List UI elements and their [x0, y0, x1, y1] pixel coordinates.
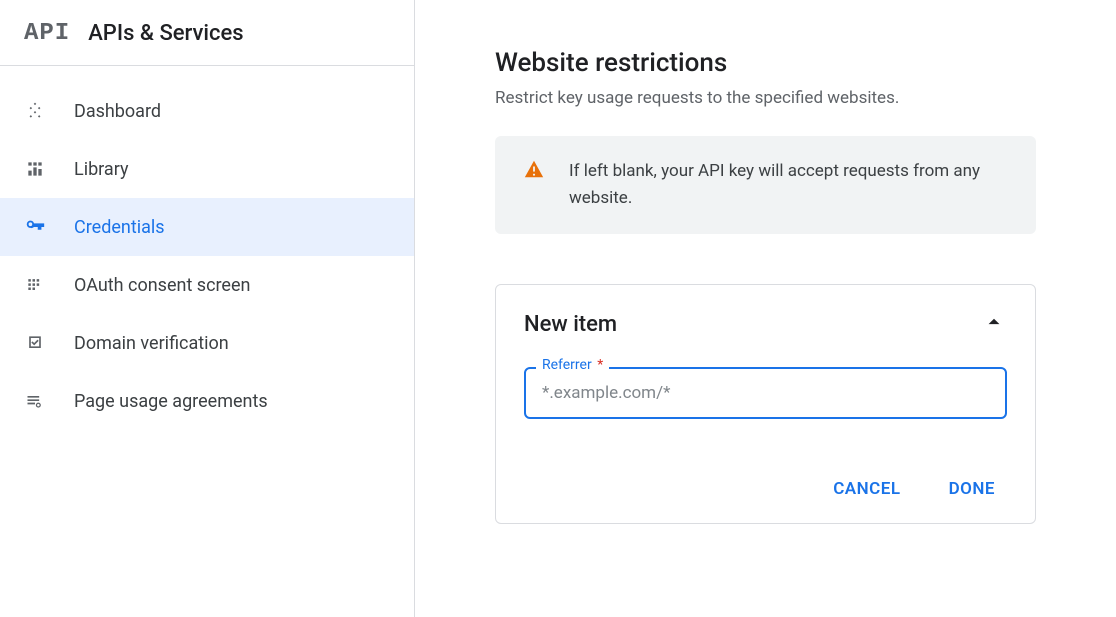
referrer-label: Referrer * [536, 357, 609, 373]
api-logo-icon: API [24, 20, 70, 47]
chevron-up-icon[interactable] [981, 309, 1007, 339]
new-item-card: New item Referrer * CANCEL DONE [495, 284, 1036, 524]
card-title: New item [524, 312, 617, 337]
warning-text: If left blank, your API key will accept … [569, 158, 1008, 212]
required-mark: * [597, 357, 603, 373]
sidebar-item-label: Page usage agreements [74, 391, 268, 412]
main-content: Website restrictions Restrict key usage … [415, 0, 1116, 617]
done-button[interactable]: DONE [949, 479, 995, 499]
card-header: New item [524, 309, 1007, 339]
verify-icon [24, 332, 46, 354]
sidebar-item-library[interactable]: Library [0, 140, 414, 198]
agreements-icon [24, 390, 46, 412]
warning-banner: If left blank, your API key will accept … [495, 136, 1036, 234]
key-icon [24, 216, 46, 238]
sidebar-header: API APIs & Services [0, 0, 414, 66]
sidebar: API APIs & Services Dashboard Library Cr… [0, 0, 415, 617]
sidebar-item-domain-verification[interactable]: Domain verification [0, 314, 414, 372]
page-title: Website restrictions [495, 48, 1036, 78]
dashboard-icon [24, 100, 46, 122]
sidebar-item-label: Domain verification [74, 333, 229, 354]
referrer-label-text: Referrer [542, 357, 592, 373]
sidebar-nav: Dashboard Library Credentials OAuth cons… [0, 66, 414, 430]
sidebar-item-label: Dashboard [74, 101, 161, 122]
sidebar-item-credentials[interactable]: Credentials [0, 198, 414, 256]
warning-icon [523, 158, 545, 180]
sidebar-title: APIs & Services [88, 21, 243, 46]
referrer-field: Referrer * [524, 367, 1007, 419]
cancel-button[interactable]: CANCEL [833, 479, 900, 499]
sidebar-item-page-usage-agreements[interactable]: Page usage agreements [0, 372, 414, 430]
library-icon [24, 158, 46, 180]
card-actions: CANCEL DONE [524, 479, 1007, 499]
consent-icon [24, 274, 46, 296]
referrer-input[interactable] [524, 367, 1007, 419]
sidebar-item-oauth-consent-screen[interactable]: OAuth consent screen [0, 256, 414, 314]
sidebar-item-label: Library [74, 159, 129, 180]
page-description: Restrict key usage requests to the speci… [495, 88, 1036, 108]
sidebar-item-label: Credentials [74, 217, 165, 238]
sidebar-item-label: OAuth consent screen [74, 275, 250, 296]
sidebar-item-dashboard[interactable]: Dashboard [0, 82, 414, 140]
